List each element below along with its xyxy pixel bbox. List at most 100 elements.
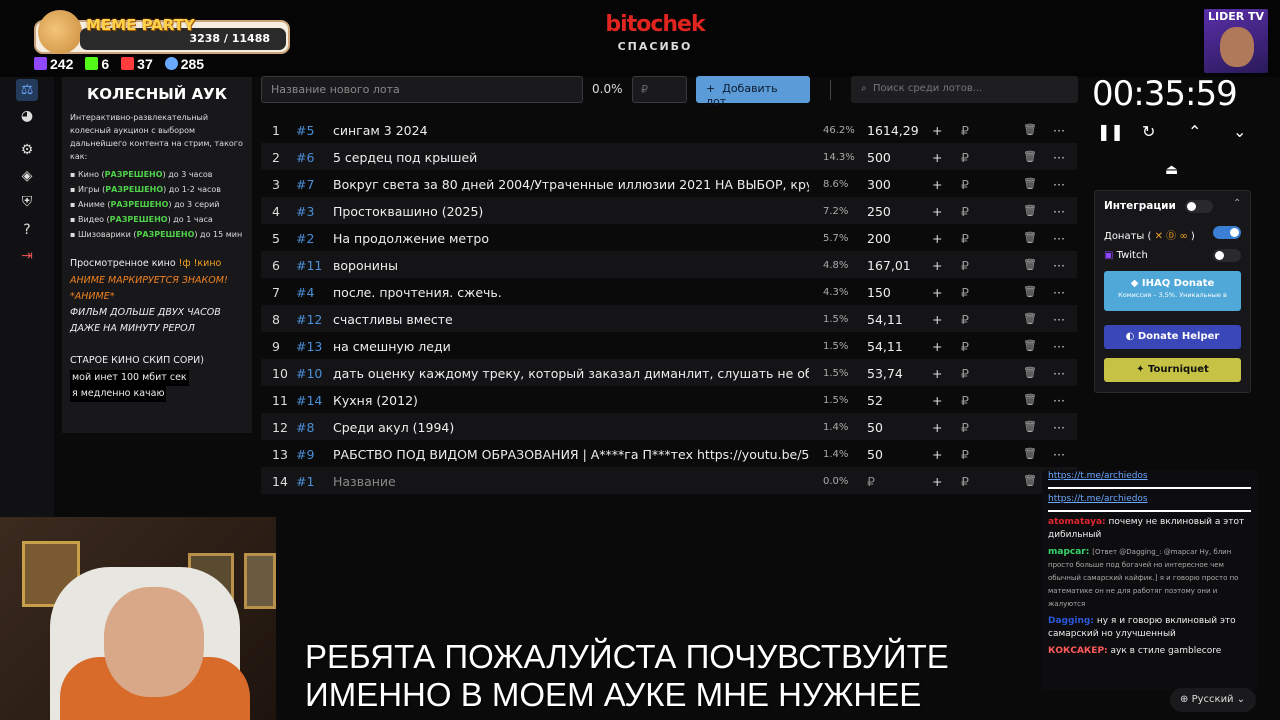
plus-icon[interactable]: + <box>932 366 942 381</box>
ruble-icon[interactable]: ₽ <box>961 312 969 327</box>
lot-amount[interactable]: ₽ <box>867 474 875 489</box>
more-icon[interactable]: ··· <box>1053 285 1065 300</box>
lot-name[interactable]: Среди акул (1994) <box>333 420 809 435</box>
lot-amount[interactable]: 300 <box>867 177 891 192</box>
lot-amount[interactable]: 150 <box>867 285 891 300</box>
ruble-icon[interactable]: ₽ <box>961 177 969 192</box>
lot-amount[interactable]: 500 <box>867 150 891 165</box>
trash-icon[interactable]: 🗑 <box>1023 312 1037 325</box>
lot-name[interactable]: дать оценку каждому треку, который заказ… <box>333 366 809 381</box>
language-selector[interactable]: ⊕ Русский ⌄ <box>1170 688 1256 712</box>
trash-icon[interactable]: 🗑 <box>1023 258 1037 271</box>
chevron-down-icon[interactable]: ⌄ <box>1233 122 1246 141</box>
ruble-icon[interactable]: ₽ <box>961 258 969 273</box>
lot-name[interactable]: РАБСТВО ПОД ВИДОМ ОБРАЗОВАНИЯ | А****га … <box>333 447 809 462</box>
lot-name[interactable]: Простоквашино (2025) <box>333 204 809 219</box>
lot-amount[interactable]: 54,11 <box>867 312 903 327</box>
lot-amount[interactable]: 53,74 <box>867 366 903 381</box>
gear-icon[interactable]: ⚙ <box>16 139 38 161</box>
trash-icon[interactable]: 🗑 <box>1023 393 1037 406</box>
trash-icon[interactable]: 🗑 <box>1023 150 1037 163</box>
more-icon[interactable]: ··· <box>1053 393 1065 408</box>
ruble-icon[interactable]: ₽ <box>961 285 969 300</box>
lot-amount[interactable]: 1614,29 <box>867 123 919 138</box>
more-icon[interactable]: ··· <box>1053 366 1065 381</box>
lot-amount[interactable]: 250 <box>867 204 891 219</box>
more-icon[interactable]: ··· <box>1053 312 1065 327</box>
chevron-up-icon[interactable]: ⌃ <box>1188 122 1201 141</box>
plus-icon[interactable]: + <box>932 339 942 354</box>
lot-name[interactable]: Вокруг света за 80 дней 2004/Утраченные … <box>333 177 809 192</box>
more-icon[interactable]: ··· <box>1053 204 1065 219</box>
lot-name[interactable]: Название <box>333 474 809 489</box>
plus-icon[interactable]: + <box>932 312 942 327</box>
ruble-icon[interactable]: ₽ <box>961 123 969 138</box>
ruble-icon[interactable]: ₽ <box>961 474 969 489</box>
add-lot-button[interactable]: + Добавить лот <box>696 76 810 108</box>
lot-name[interactable]: воронины <box>333 258 809 273</box>
trash-icon[interactable]: 🗑 <box>1023 231 1037 244</box>
reset-icon[interactable]: ↻ <box>1142 122 1155 141</box>
twitch-toggle[interactable] <box>1213 249 1241 262</box>
more-icon[interactable]: ··· <box>1053 420 1065 435</box>
trash-icon[interactable]: 🗑 <box>1023 123 1037 136</box>
plus-icon[interactable]: + <box>932 447 942 462</box>
lot-amount[interactable]: 50 <box>867 447 883 462</box>
ruble-icon[interactable]: ₽ <box>961 204 969 219</box>
more-icon[interactable]: ··· <box>1053 258 1065 273</box>
logout-icon[interactable]: ⇥ <box>16 245 38 267</box>
trash-icon[interactable]: 🗑 <box>1023 447 1037 460</box>
ruble-icon[interactable]: ₽ <box>961 231 969 246</box>
trash-icon[interactable]: 🗑 <box>1023 339 1037 352</box>
trash-icon[interactable]: 🗑 <box>1023 474 1037 487</box>
ruble-icon[interactable]: ₽ <box>961 420 969 435</box>
ruble-icon[interactable]: ₽ <box>961 366 969 381</box>
lot-name[interactable]: На продолжение метро <box>333 231 809 246</box>
trash-icon[interactable]: 🗑 <box>1023 204 1037 217</box>
more-icon[interactable]: ··· <box>1053 150 1065 165</box>
plus-icon[interactable]: + <box>932 420 942 435</box>
chevron-up-icon[interactable]: ⌃ <box>1233 198 1241 209</box>
lot-amount[interactable]: 54,11 <box>867 339 903 354</box>
more-icon[interactable]: ··· <box>1053 231 1065 246</box>
trash-icon[interactable]: 🗑 <box>1023 420 1037 433</box>
shield-icon[interactable]: ⛨ <box>16 191 38 213</box>
plus-icon[interactable]: + <box>932 177 942 192</box>
help-icon[interactable]: ? <box>16 219 38 241</box>
more-icon[interactable]: ··· <box>1053 177 1065 192</box>
search-input[interactable]: ⌕ Поиск среди лотов... <box>851 76 1078 103</box>
lot-name[interactable]: на смешную леди <box>333 339 809 354</box>
plus-icon[interactable]: + <box>932 123 942 138</box>
integrations-toggle[interactable] <box>1185 200 1213 213</box>
plus-icon[interactable]: + <box>932 204 942 219</box>
new-lot-amount-input[interactable]: ₽ <box>632 76 687 103</box>
more-icon[interactable]: ··· <box>1053 447 1065 462</box>
more-icon[interactable]: ··· <box>1053 123 1065 138</box>
lot-name[interactable]: счастливы вместе <box>333 312 809 327</box>
tourniquet-button[interactable]: ✦ Tourniquet <box>1104 358 1241 382</box>
lot-name[interactable]: после. прочтения. сжечь. <box>333 285 809 300</box>
new-lot-input[interactable]: Название нового лота <box>261 76 583 103</box>
ruble-icon[interactable]: ₽ <box>961 339 969 354</box>
auction-icon[interactable]: ⚖ <box>16 79 38 101</box>
lot-name[interactable]: Кухня (2012) <box>333 393 809 408</box>
plus-icon[interactable]: + <box>932 150 942 165</box>
more-icon[interactable]: ··· <box>1053 339 1065 354</box>
layers-icon[interactable]: ◈ <box>16 165 38 187</box>
pause-icon[interactable]: ❚❚ <box>1097 122 1124 141</box>
ruble-icon[interactable]: ₽ <box>961 447 969 462</box>
plus-icon[interactable]: + <box>932 474 942 489</box>
wheel-icon[interactable]: ◕ <box>16 105 38 127</box>
donate-helper-button[interactable]: ◐ Donate Helper <box>1104 325 1241 349</box>
plus-icon[interactable]: + <box>932 231 942 246</box>
plus-icon[interactable]: + <box>932 285 942 300</box>
trash-icon[interactable]: 🗑 <box>1023 177 1037 190</box>
collapse-icon[interactable]: ⏏ <box>1165 162 1178 178</box>
lot-name[interactable]: 5 сердец под крышей <box>333 150 809 165</box>
ruble-icon[interactable]: ₽ <box>961 150 969 165</box>
plus-icon[interactable]: + <box>932 393 942 408</box>
lot-amount[interactable]: 167,01 <box>867 258 911 273</box>
lot-amount[interactable]: 50 <box>867 420 883 435</box>
lot-name[interactable]: сингам 3 2024 <box>333 123 809 138</box>
ruble-icon[interactable]: ₽ <box>961 393 969 408</box>
